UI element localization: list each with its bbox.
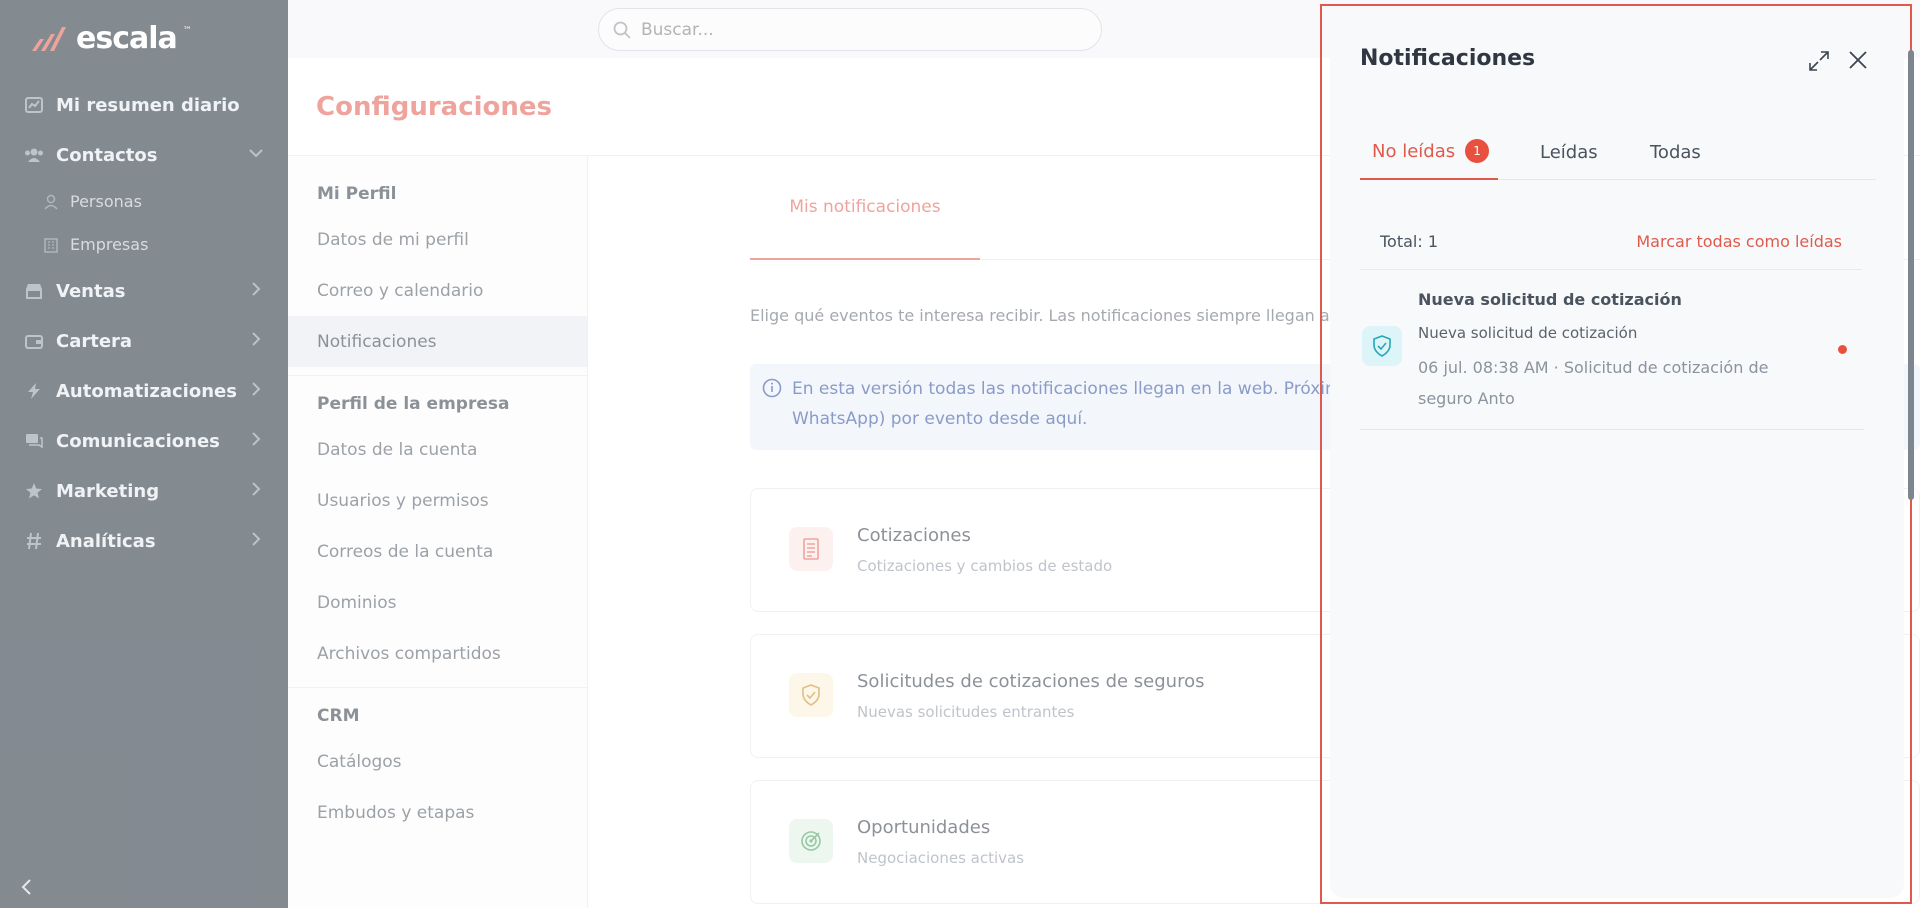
tab-no-leidas[interactable]: No leídas 1 bbox=[1360, 124, 1498, 180]
notifications-panel: Notificaciones No leídas 1 Leídas Todas … bbox=[1330, 16, 1904, 898]
close-button[interactable] bbox=[1848, 50, 1868, 74]
notification-meta: 06 jul. 08:38 AM · Solicitud de cotizaci… bbox=[1418, 358, 1769, 408]
tab-leidas[interactable]: Leídas bbox=[1540, 124, 1598, 180]
notification-subtitle: Nueva solicitud de cotización bbox=[1418, 324, 1638, 342]
panel-title: Notificaciones bbox=[1360, 46, 1536, 71]
unread-count-badge: 1 bbox=[1465, 139, 1490, 163]
unread-dot bbox=[1838, 345, 1847, 354]
close-icon bbox=[1849, 51, 1867, 69]
shield-check-icon bbox=[1362, 326, 1402, 366]
notification-title: Nueva solicitud de cotización bbox=[1418, 290, 1682, 309]
notification-tabs: No leídas 1 Leídas Todas bbox=[1360, 124, 1876, 180]
expand-button[interactable] bbox=[1808, 50, 1830, 76]
mark-all-read-link[interactable]: Marcar todas como leídas bbox=[1636, 232, 1842, 251]
panel-scrollbar[interactable] bbox=[1908, 50, 1914, 500]
tab-label: No leídas bbox=[1372, 140, 1456, 162]
expand-icon bbox=[1809, 51, 1829, 71]
total-count: Total: 1 bbox=[1380, 232, 1439, 251]
tab-todas[interactable]: Todas bbox=[1650, 124, 1701, 180]
notification-item[interactable]: Nueva solicitud de cotización Nueva soli… bbox=[1360, 272, 1864, 430]
total-row: Total: 1 Marcar todas como leídas bbox=[1360, 214, 1862, 270]
